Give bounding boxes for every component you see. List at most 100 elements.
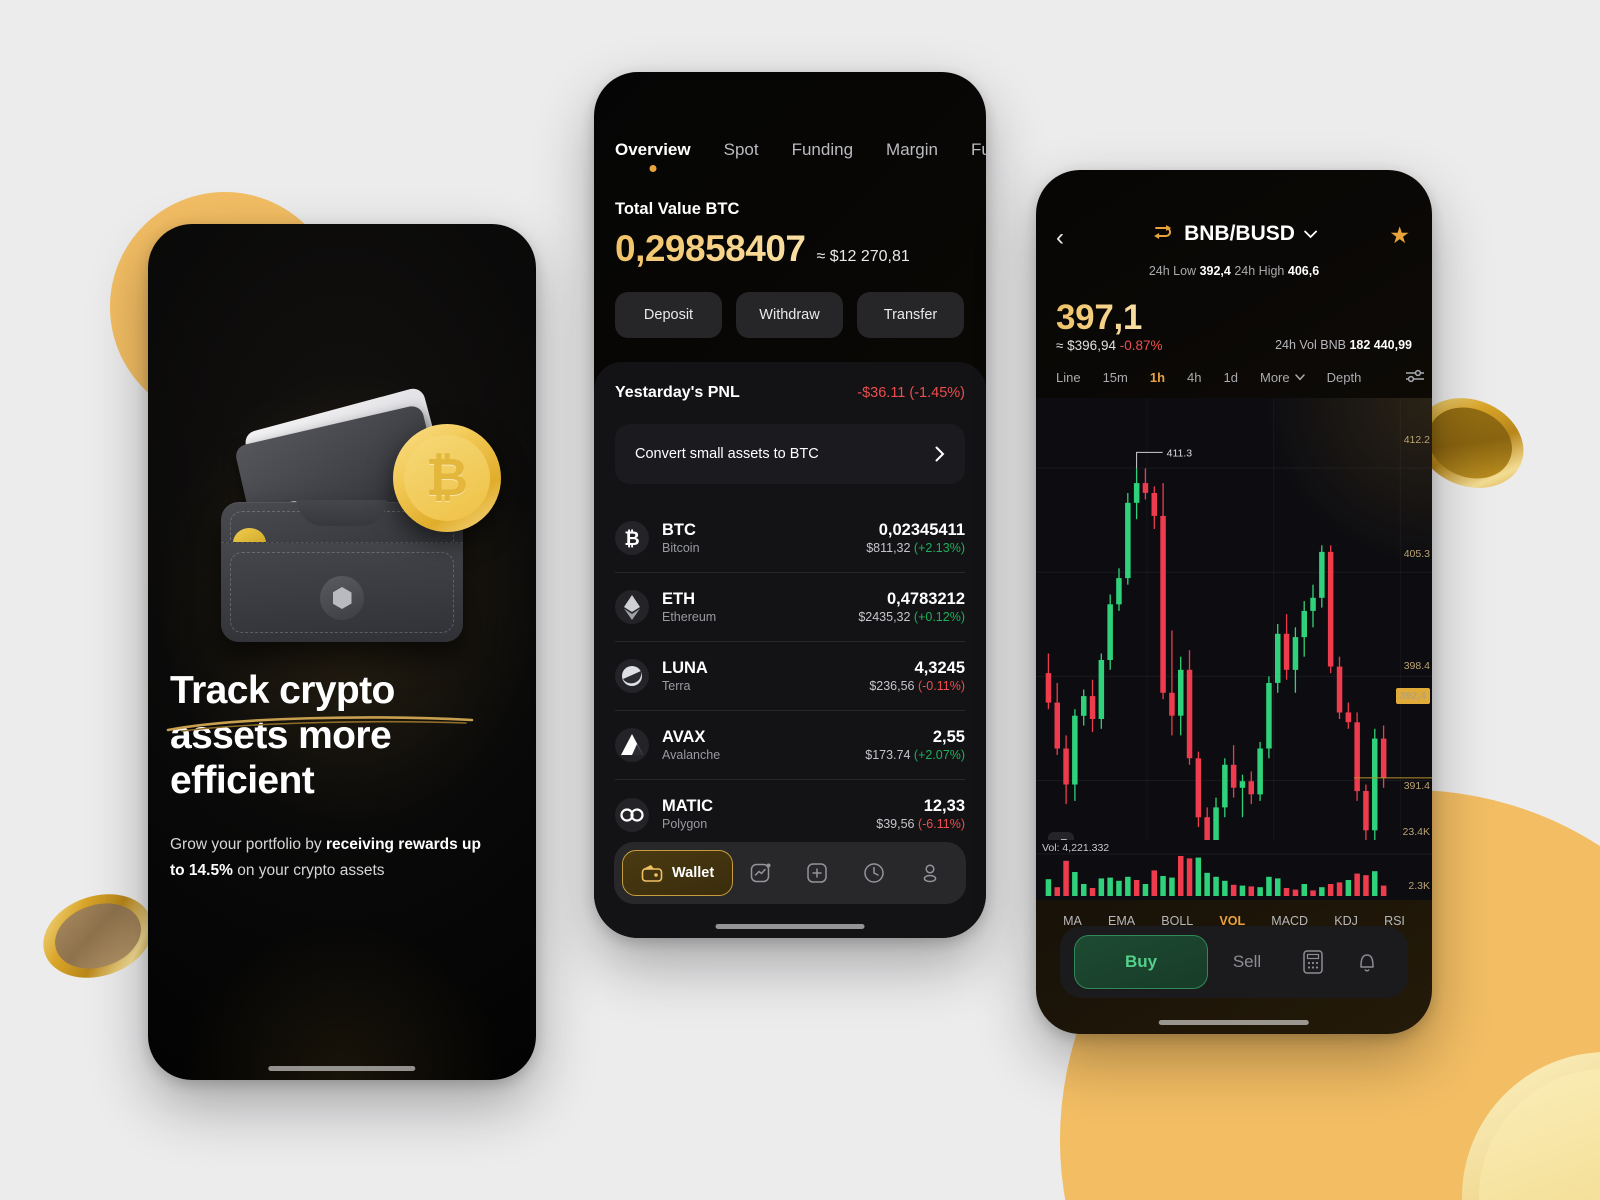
- timeframe-1d[interactable]: 1d: [1224, 370, 1238, 385]
- timeframe-more[interactable]: More: [1260, 370, 1305, 385]
- nav-wallet-label: Wallet: [672, 865, 715, 881]
- tab-margin[interactable]: Margin: [886, 140, 938, 160]
- calculator-button[interactable]: [1286, 948, 1340, 976]
- chevron-right-icon: [935, 446, 945, 462]
- pnl-row: Yestarday's PNL -$36.11 (-1.45%): [615, 384, 965, 402]
- btc-icon: ₿: [615, 521, 649, 555]
- total-value-row: 0,29858407 ≈ $12 270,81: [615, 228, 910, 270]
- asset-row[interactable]: LUNA Terra 4,3245 $236,56 (-0.11%): [615, 642, 965, 711]
- subtitle-part-1: Grow your portfolio by: [170, 836, 326, 853]
- wallet-logo-icon: [320, 576, 364, 620]
- pair-selector[interactable]: BNB/BUSD: [1151, 222, 1317, 246]
- asset-row[interactable]: ₿ BTC Bitcoin 0,02345411 $811,32 (+2.13%): [615, 504, 965, 573]
- asset-fiat: $39,56 (-6.11%): [876, 817, 965, 831]
- asset-change: (+2.07%): [913, 747, 965, 762]
- volume-value: 182 440,99: [1349, 338, 1412, 352]
- asset-amount: 0,4783212: [887, 589, 965, 608]
- nav-item-profile[interactable]: [902, 861, 958, 885]
- wallet-action-buttons[interactable]: Deposit Withdraw Transfer: [615, 292, 964, 338]
- asset-amount: 2,55: [932, 727, 965, 746]
- asset-fiat: $811,32 (+2.13%): [866, 540, 965, 555]
- asset-symbol: ETH: [662, 589, 695, 608]
- swap-icon: [1154, 225, 1172, 239]
- last-price: 397,1: [1056, 298, 1143, 337]
- 24h-volume: 24h Vol BNB 182 440,99: [1275, 338, 1412, 352]
- sliders-icon: [1406, 369, 1425, 383]
- decorative-coin-left: [32, 880, 164, 992]
- page-title: Track crypto assets more efficient: [170, 669, 395, 802]
- high-value: 406,6: [1287, 264, 1320, 278]
- bell-icon: [1360, 954, 1374, 972]
- last-price-fiat: ≈ $396,94: [1056, 338, 1116, 353]
- change-percent: -0.87%: [1119, 338, 1163, 353]
- asset-name-block: MATIC Polygon: [662, 796, 876, 833]
- back-button[interactable]: ‹: [1056, 226, 1064, 250]
- home-indicator: [715, 924, 865, 929]
- phone-trading-screen: ‹ BNB/BUSD ★ 24h Low 392,4 24h High 406,…: [1036, 170, 1432, 1034]
- timeframe-bar[interactable]: Line 15m 1h 4h 1d More Depth: [1056, 368, 1425, 387]
- tab-overview[interactable]: Overview: [615, 140, 691, 160]
- asset-values: 0,02345411 $811,32 (+2.13%): [866, 520, 965, 557]
- asset-row[interactable]: ETH Ethereum 0,4783212 $2435,32 (+0.12%): [615, 573, 965, 642]
- timeframe-4h[interactable]: 4h: [1187, 370, 1201, 385]
- phone-onboarding-screen: ₿ Track crypto assets more efficient Gro…: [148, 224, 536, 1080]
- buy-button[interactable]: Buy: [1074, 935, 1208, 989]
- tab-spot[interactable]: Spot: [724, 140, 759, 160]
- withdraw-button[interactable]: Withdraw: [736, 292, 843, 338]
- pair-name: BNB/BUSD: [1184, 222, 1295, 245]
- calculator-icon: [1303, 950, 1323, 974]
- chevron-down-icon: [1304, 230, 1317, 238]
- nav-item-add[interactable]: [789, 861, 845, 885]
- tab-futur[interactable]: Futur: [971, 140, 986, 160]
- wallet-tabs[interactable]: Overview Spot Funding Margin Futur: [615, 140, 986, 160]
- timeframe-15m[interactable]: 15m: [1103, 370, 1128, 385]
- volume-label: 24h Vol BNB: [1275, 338, 1346, 352]
- asset-values: 0,4783212 $2435,32 (+0.12%): [858, 589, 965, 626]
- plus-icon: [807, 863, 828, 883]
- underline-swoosh: [166, 716, 474, 732]
- asset-name-block: ETH Ethereum: [662, 589, 858, 626]
- asset-symbol: BTC: [662, 520, 696, 539]
- last-price-block: 397,1: [1056, 298, 1142, 338]
- timeframe-depth[interactable]: Depth: [1327, 370, 1362, 385]
- pnl-label: Yestarday's PNL: [615, 384, 740, 401]
- asset-row[interactable]: MATIC Polygon 12,33 $39,56 (-6.11%): [615, 780, 965, 849]
- asset-symbol: MATIC: [662, 797, 714, 815]
- trade-bar: Buy Sell: [1060, 926, 1408, 998]
- convert-small-assets-button[interactable]: Convert small assets to BTC: [615, 424, 965, 484]
- low-value: 392,4: [1199, 264, 1231, 278]
- alert-button[interactable]: [1340, 948, 1394, 976]
- bitcoin-coin-icon: ₿: [393, 424, 501, 532]
- chevron-down-icon: [1294, 374, 1305, 381]
- favorite-star-icon[interactable]: ★: [1389, 224, 1410, 247]
- asset-name-block: LUNA Terra: [662, 658, 869, 695]
- candlestick-chart[interactable]: 411.3392.4: [1036, 398, 1432, 868]
- avax-icon: [615, 728, 649, 762]
- asset-row[interactable]: AVAX Avalanche 2,55 $173.74 (+2.07%): [615, 711, 965, 780]
- pnl-value: -$36.11 (-1.45%): [857, 385, 965, 401]
- nav-item-history[interactable]: [846, 861, 902, 885]
- volume-chart: Vol: 4,221.332: [1036, 840, 1432, 900]
- timeframe-more-label: More: [1259, 370, 1290, 385]
- timeframe-1h[interactable]: 1h: [1150, 370, 1165, 385]
- axis-label-0: 412.2: [1403, 434, 1430, 446]
- bottom-nav[interactable]: Wallet: [614, 842, 966, 904]
- axis-label-2: 398.4: [1403, 660, 1430, 672]
- nav-item-wallet[interactable]: Wallet: [622, 850, 734, 896]
- last-price-sub: ≈ $396,94 -0.87%: [1056, 338, 1163, 353]
- asset-fiat: $173.74 (+2.07%): [865, 747, 965, 762]
- price-axis: 412.2 405.3 398.4 392,4 391.4 23.4K 2.3K: [1392, 398, 1432, 898]
- tab-funding[interactable]: Funding: [792, 140, 853, 160]
- transfer-button[interactable]: Transfer: [857, 292, 964, 338]
- chart-settings-button[interactable]: [1405, 368, 1425, 387]
- nav-item-markets[interactable]: [733, 861, 789, 885]
- luna-icon: [615, 659, 649, 693]
- timeframe-line[interactable]: Line: [1056, 370, 1081, 385]
- volume-axis-label-1: 2.3K: [1408, 880, 1430, 892]
- sell-button[interactable]: Sell: [1208, 952, 1286, 972]
- eth-icon: [615, 590, 649, 624]
- wallet-illustration: ₿: [197, 386, 501, 650]
- deposit-button[interactable]: Deposit: [615, 292, 722, 338]
- asset-fiat: $2435,32 (+0.12%): [858, 609, 965, 624]
- asset-amount: 4,3245: [914, 658, 965, 677]
